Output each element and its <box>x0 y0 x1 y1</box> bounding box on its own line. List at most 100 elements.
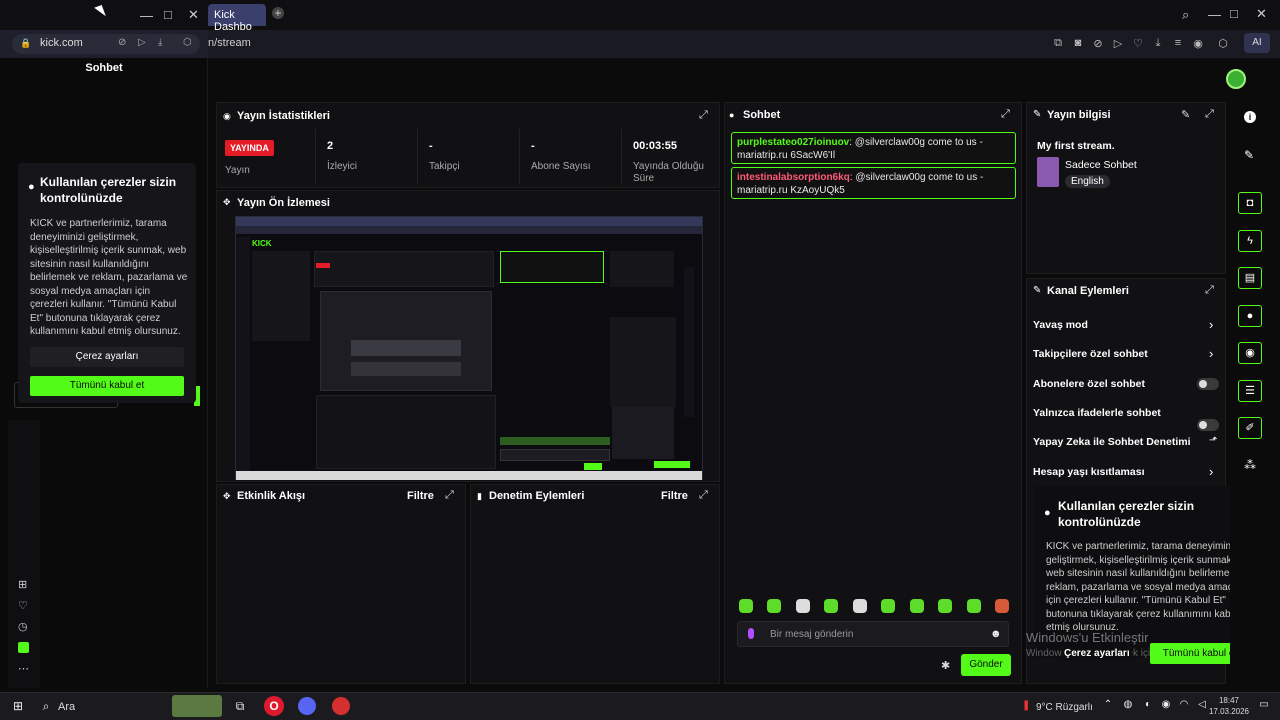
taskbar-time[interactable]: 18:47 <box>1214 696 1244 705</box>
block-ad-icon[interactable]: ⊘ <box>1091 37 1105 51</box>
action-slow-mode[interactable]: Yavaş mod <box>1033 319 1088 331</box>
minimize-icon[interactable]: — <box>140 8 153 23</box>
app-icon[interactable] <box>332 697 350 715</box>
task-view-icon[interactable]: ⧉ <box>232 699 248 713</box>
emotes-only-toggle[interactable] <box>1197 419 1219 431</box>
wifi-icon[interactable]: ◠ <box>1176 699 1192 713</box>
emote-icon[interactable] <box>824 599 839 613</box>
expand-icon[interactable]: ⤢ <box>699 109 708 122</box>
cookie-accept-button[interactable]: Tümünü kabul et <box>30 376 184 396</box>
stream-category[interactable]: Sadece Sohbet <box>1065 159 1137 171</box>
menu-icon[interactable]: ≡ <box>1171 37 1185 51</box>
moderation-filter[interactable]: Filtre <box>661 490 688 502</box>
block-icon[interactable]: ⊘ <box>118 37 126 48</box>
taskbar-date[interactable]: 17.03.2026 <box>1208 707 1250 716</box>
search-icon[interactable]: ⌕ <box>38 699 54 713</box>
chat-username[interactable]: purplestateo027ioinuov <box>737 137 849 148</box>
chevron-right-icon[interactable]: › <box>1209 464 1213 479</box>
edit-icon[interactable]: ✎ <box>1181 108 1190 121</box>
box-icon[interactable] <box>18 642 29 653</box>
taskbar-search-label[interactable]: Ara <box>58 701 75 713</box>
rail-button-chat[interactable]: ● <box>1238 305 1262 327</box>
grid-icon[interactable]: ⊞ <box>18 578 27 591</box>
emote-icon[interactable] <box>994 599 1009 613</box>
heart-nav-icon[interactable]: ♡ <box>18 599 28 612</box>
cookie-settings-button-right[interactable]: Çerez ayarları <box>1062 647 1132 660</box>
rail-button-broadcast[interactable]: ◉ <box>1238 342 1262 364</box>
emote-icon[interactable] <box>795 599 810 613</box>
minimize-window-icon[interactable]: — <box>1208 7 1221 22</box>
play-icon[interactable]: ▷ <box>138 37 146 48</box>
subs-only-toggle[interactable] <box>1197 378 1219 390</box>
nodes-icon[interactable]: ⁂ <box>1244 458 1256 472</box>
stream-preview[interactable]: KICK <box>235 216 703 480</box>
opera-icon[interactable]: O <box>264 696 284 716</box>
pencil-icon[interactable]: ✎ <box>1244 148 1254 162</box>
action-account-age[interactable]: Hesap yaşı kısıtlaması <box>1033 466 1145 478</box>
action-ai-moderation[interactable]: Yapay Zeka ile Sohbet Denetimi <box>1033 436 1191 448</box>
rail-button-doc[interactable]: ▤ <box>1238 267 1262 289</box>
expand-icon[interactable]: ⤢ <box>1205 284 1214 297</box>
chat-message[interactable]: intestinalabsorption6kq: @silverclaw00g … <box>731 167 1016 199</box>
expand-icon[interactable]: ⤢ <box>699 489 708 502</box>
chevron-right-icon[interactable]: › <box>1209 346 1213 361</box>
user-avatar[interactable] <box>1226 69 1246 89</box>
maximize-icon[interactable]: □ <box>164 7 172 22</box>
action-followers-only[interactable]: Takipçilere özel sohbet <box>1033 348 1148 360</box>
browser-tab[interactable]: Kick Dashbo <box>208 4 266 33</box>
profile-icon[interactable]: ◉ <box>1191 37 1205 51</box>
emote-icon[interactable] <box>966 599 981 613</box>
windows-start-icon[interactable]: ⊞ <box>10 699 26 713</box>
more-icon[interactable]: ⋯ <box>18 662 29 675</box>
chat-message[interactable]: purplestateo027ioinuov: @silverclaw00g c… <box>731 132 1016 164</box>
heart-icon[interactable]: ♡ <box>1131 37 1145 51</box>
rail-button-tools[interactable]: ✐ <box>1238 417 1262 439</box>
rail-button-bolt[interactable]: ϟ <box>1238 230 1262 252</box>
search-icon[interactable]: ⌕ <box>1182 7 1189 23</box>
camera-icon[interactable]: ◙ <box>1071 37 1085 51</box>
emote-icon[interactable] <box>852 599 867 613</box>
close-window-icon[interactable]: ✕ <box>1256 6 1267 22</box>
ai-button[interactable]: AI <box>1244 33 1270 53</box>
mic-icon[interactable] <box>748 628 754 639</box>
chat-username[interactable]: intestinalabsorption6kq <box>737 172 850 183</box>
external-link-icon[interactable]: ⬏ <box>1209 435 1217 446</box>
play-circle-icon[interactable]: ▷ <box>1111 37 1125 51</box>
rail-button-camera[interactable]: ◘ <box>1238 192 1262 214</box>
cube-icon[interactable]: ⬡ <box>1216 37 1230 51</box>
expand-icon[interactable]: ⤢ <box>445 489 454 502</box>
download-icon[interactable]: ⤓ <box>1151 37 1165 51</box>
emoji-icon[interactable]: ☻ <box>990 628 1002 640</box>
tray-app-icon[interactable]: ◍ <box>1120 699 1136 713</box>
discord-icon[interactable] <box>298 697 316 715</box>
settings-icon[interactable]: ✱ <box>941 659 950 672</box>
rail-button-list[interactable]: ☰ <box>1238 380 1262 402</box>
cookie-settings-button[interactable]: Çerez ayarları <box>30 347 184 367</box>
emote-icon[interactable] <box>739 599 753 613</box>
tray-chevron-icon[interactable]: ⌃ <box>1100 699 1116 713</box>
url-field[interactable]: kick.com <box>12 34 200 54</box>
chevron-right-icon[interactable]: › <box>1209 317 1213 332</box>
activity-filter[interactable]: Filtre <box>407 490 434 502</box>
shield-icon[interactable]: ⬡ <box>183 37 192 48</box>
expand-icon[interactable]: ⤢ <box>1205 108 1214 121</box>
clock-icon[interactable]: ◷ <box>18 620 28 633</box>
category-thumbnail[interactable] <box>1037 157 1059 187</box>
external-icon[interactable]: ⧉ <box>1051 37 1065 51</box>
info-icon[interactable]: i <box>1244 111 1256 123</box>
tray-app-icon[interactable]: ◐ <box>1140 699 1156 713</box>
url-path[interactable]: n/stream <box>208 37 251 49</box>
taskbar-weather[interactable]: 9°C Rüzgarlı <box>1036 702 1093 713</box>
maximize-window-icon[interactable]: □ <box>1230 6 1238 21</box>
emote-icon[interactable] <box>909 599 924 613</box>
notification-icon[interactable]: ▭ <box>1256 699 1272 713</box>
chat-input[interactable]: Bir mesaj gönderin ☻ <box>737 621 1009 647</box>
download-icon[interactable]: ⤓ <box>158 37 162 48</box>
new-tab-icon[interactable]: + <box>272 7 284 19</box>
emote-icon[interactable] <box>938 599 953 613</box>
emote-icon[interactable] <box>881 599 896 613</box>
send-button[interactable]: Gönder <box>961 654 1011 676</box>
expand-icon[interactable]: ⤢ <box>1001 108 1010 121</box>
tray-app-icon[interactable]: ◉ <box>1158 699 1174 713</box>
close-icon[interactable]: ✕ <box>188 7 199 23</box>
